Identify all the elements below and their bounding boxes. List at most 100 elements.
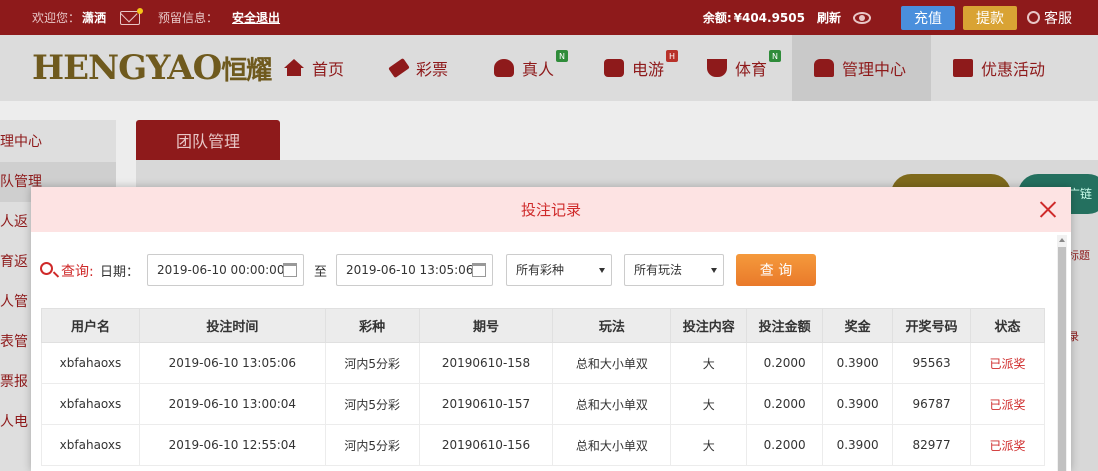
refresh-link[interactable]: 刷新 [817, 9, 841, 26]
cell-content: 大 [670, 342, 748, 384]
scroll-thumb[interactable] [1058, 247, 1066, 471]
cell-prize: 0.3900 [822, 342, 894, 384]
notification-dot [137, 7, 144, 14]
nav-item-lottery[interactable]: 彩票 [388, 35, 449, 101]
modal-header: 投注记录 [31, 187, 1071, 232]
nav-label: 管理中心 [842, 60, 907, 79]
person-icon [494, 59, 514, 77]
query-button[interactable]: 查 询 [736, 254, 816, 286]
column-header: 开奖号码 [892, 308, 972, 343]
to-label: 至 [314, 265, 328, 280]
cell-prize: 0.3900 [822, 424, 894, 466]
table-row[interactable]: xbfahaoxs 2019-06-10 13:00:04 河内5分彩 2019… [41, 383, 1045, 425]
cell-play: 总和大小单双 [552, 342, 672, 384]
recharge-button[interactable]: 充值 [901, 5, 955, 30]
nav-label: 彩票 [416, 60, 449, 79]
cell-bet-time: 2019-06-10 13:00:04 [138, 383, 326, 425]
top-bar: 欢迎您： 潇洒 预留信息： 安全退出 余额: ¥404.9505 刷新 充值 提… [0, 0, 1098, 35]
cell-status: 已派奖 [970, 383, 1045, 425]
chevron-down-icon [711, 268, 717, 273]
cell-draw-number: 96787 [892, 383, 972, 425]
date-from-input[interactable]: 2019-06-10 00:00:00 [147, 254, 304, 286]
date-label: 日期： [100, 265, 140, 280]
nav-label: 优惠活动 [981, 60, 1046, 79]
game-icon [604, 59, 624, 77]
cell-status: 已派奖 [970, 424, 1045, 466]
modal-title: 投注记录 [520, 201, 581, 219]
sidebar-item-management-center[interactable]: 理中心 [0, 122, 116, 162]
date-to-input[interactable]: 2019-06-10 13:05:06 [336, 254, 493, 286]
cell-username: xbfahaoxs [41, 424, 140, 466]
cell-status: 已派奖 [970, 342, 1045, 384]
customer-service-label: 客服 [1044, 10, 1072, 27]
cell-lottery: 河内5分彩 [324, 383, 420, 425]
cell-issue: 20190610-156 [418, 424, 554, 466]
new-badge: N [556, 50, 569, 62]
customer-service-link[interactable]: 客服 [1027, 8, 1072, 28]
nav-label: 真人 N [522, 50, 569, 80]
column-header: 投注内容 [670, 308, 748, 343]
balance-label: 余额: [702, 11, 732, 25]
table-row[interactable]: xbfahaoxs 2019-06-10 12:55:04 河内5分彩 2019… [41, 424, 1045, 466]
scroll-up-icon[interactable] [1059, 238, 1065, 242]
nav-label: 体育 N [735, 50, 782, 80]
trophy-icon [707, 59, 727, 77]
cell-play: 总和大小单双 [552, 424, 672, 466]
new-badge: N [769, 50, 782, 62]
column-header: 状态 [970, 308, 1045, 343]
cell-bet-time: 2019-06-10 12:55:04 [138, 424, 326, 466]
cell-issue: 20190610-157 [418, 383, 554, 425]
cell-lottery: 河内5分彩 [324, 424, 420, 466]
nav-item-sports[interactable]: 体育 N [707, 35, 782, 101]
bet-records-modal: 投注记录 查询: 日期： 2019-06-10 00:00:00 至 2019-… [31, 187, 1071, 471]
cell-username: xbfahaoxs [41, 383, 140, 425]
withdraw-button[interactable]: 提款 [963, 5, 1017, 30]
bg-side-text: 标题 [1068, 249, 1090, 262]
headset-icon [1027, 11, 1040, 24]
nav-label: 首页 [312, 60, 345, 79]
home-icon [284, 59, 304, 76]
eye-icon[interactable] [853, 11, 871, 24]
calendar-icon[interactable] [283, 263, 297, 277]
nav-item-management[interactable]: 管理中心 [792, 35, 931, 101]
bet-records-table: 用户名 投注时间 彩种 期号 玩法 投注内容 投注金额 奖金 开奖号码 状态 x… [41, 308, 1045, 466]
nav-item-live[interactable]: 真人 N [494, 35, 569, 101]
main-nav: HENGYAO恒耀 首页 彩票 真人 N 电游 H 体育 N 管理中心 优惠活动 [0, 35, 1098, 101]
close-icon[interactable] [1039, 200, 1057, 218]
cell-amount: 0.2000 [746, 342, 824, 384]
cell-issue: 20190610-158 [418, 342, 554, 384]
query-label: 查询: [61, 264, 94, 280]
modal-scrollbar[interactable] [1057, 235, 1067, 471]
column-header: 用户名 [41, 308, 140, 343]
mail-icon[interactable] [120, 7, 144, 25]
nav-item-slots[interactable]: 电游 H [604, 35, 679, 101]
ticket-icon [388, 57, 410, 79]
balance-value: ¥404.9505 [733, 10, 805, 25]
logo[interactable]: HENGYAO恒耀 [32, 51, 272, 88]
reserve-info-label: 预留信息： [158, 11, 219, 25]
column-header: 玩法 [552, 308, 672, 343]
cell-content: 大 [670, 424, 748, 466]
cell-bet-time: 2019-06-10 13:05:06 [138, 342, 326, 384]
play-type-select[interactable]: 所有玩法 [624, 254, 724, 286]
logout-link[interactable]: 安全退出 [232, 9, 280, 26]
cell-username: xbfahaoxs [41, 342, 140, 384]
column-header: 彩种 [324, 308, 420, 343]
query-bar: 查询: 日期： 2019-06-10 00:00:00 至 2019-06-10… [40, 254, 840, 286]
column-header: 投注金额 [746, 308, 824, 343]
table-row[interactable]: xbfahaoxs 2019-06-10 13:05:06 河内5分彩 2019… [41, 342, 1045, 384]
cell-amount: 0.2000 [746, 383, 824, 425]
calendar-icon[interactable] [472, 263, 486, 277]
gift-icon [953, 59, 973, 77]
tab-team-management[interactable]: 团队管理 [136, 120, 280, 160]
cell-draw-number: 95563 [892, 342, 972, 384]
people-icon [814, 59, 834, 77]
cell-lottery: 河内5分彩 [324, 342, 420, 384]
chevron-down-icon [599, 268, 605, 273]
nav-item-home[interactable]: 首页 [284, 35, 344, 101]
nav-item-promotions[interactable]: 优惠活动 [953, 35, 1045, 101]
username: 潇洒 [82, 11, 107, 25]
search-icon [40, 262, 53, 275]
cell-content: 大 [670, 383, 748, 425]
lottery-type-select[interactable]: 所有彩种 [506, 254, 612, 286]
